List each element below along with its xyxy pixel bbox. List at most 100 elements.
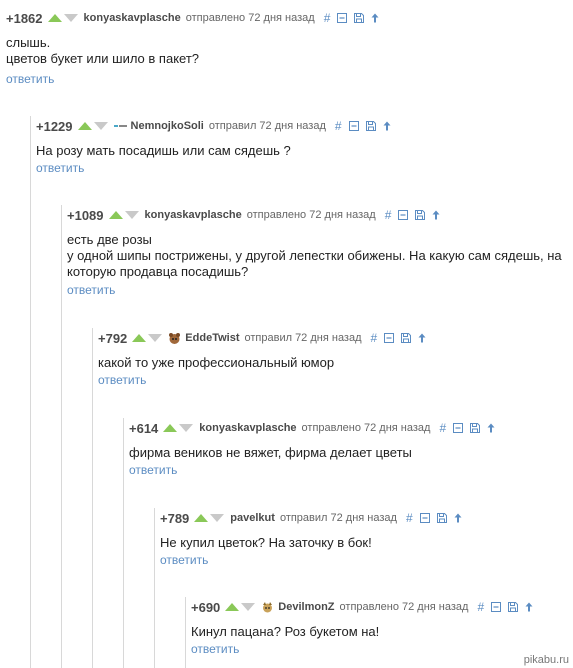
link-icon[interactable]: #	[439, 421, 446, 435]
reply-link[interactable]: ответить	[191, 642, 239, 656]
reply-link[interactable]: ответить	[129, 463, 177, 477]
timestamp: отправлено 72 дня назад	[339, 601, 469, 613]
upvote-icon[interactable]	[194, 514, 209, 522]
comment-text-line: Кинул пацана? Роз букетом на!	[191, 624, 380, 639]
username[interactable]: pavelkut	[230, 512, 275, 524]
comment-text-line: На розу мать посадишь или сам сядешь ?	[36, 143, 291, 158]
up-arrow-icon[interactable]	[371, 13, 379, 23]
up-arrow-icon[interactable]	[454, 513, 462, 523]
upvote-icon[interactable]	[132, 334, 147, 342]
reply-link[interactable]: ответить	[6, 72, 54, 86]
comment-header: +1089 konyaskavplasche отправлено 72 дня н…	[67, 205, 447, 225]
comment-header: +792 EddeTwist отправил 72 дня назад #	[98, 328, 433, 348]
downvote-icon[interactable]	[93, 122, 108, 130]
comment-text-line: фирма веников не вяжет, фирма делает цве…	[129, 445, 412, 460]
downvote-icon[interactable]	[241, 603, 256, 611]
thread-line[interactable]	[30, 116, 31, 668]
watermark: pikabu.ru	[523, 654, 569, 666]
comment-text-line: какой то уже профессиональный юмор	[98, 355, 335, 370]
comment-text-line: которую продавца посадишь?	[67, 264, 249, 279]
collapse-icon[interactable]	[337, 13, 348, 23]
up-arrow-icon[interactable]	[432, 210, 440, 220]
comment-body: какой то уже профессиональный юмор	[98, 355, 334, 371]
link-icon[interactable]: #	[371, 331, 378, 345]
thread-line[interactable]	[92, 328, 93, 668]
link-icon[interactable]: #	[324, 11, 331, 25]
rating-value: +614	[129, 420, 159, 436]
upvote-icon[interactable]	[108, 211, 123, 219]
comment-body: На розу мать посадишь или сам сядешь ?	[36, 143, 291, 159]
timestamp: отправил 72 дня назад	[208, 120, 326, 132]
save-icon[interactable]	[470, 423, 481, 433]
username[interactable]: konyaskavplasche	[84, 12, 181, 24]
collapse-icon[interactable]	[398, 210, 409, 220]
animal-avatar-icon	[168, 332, 181, 345]
rating-value: +789	[160, 510, 190, 526]
username[interactable]: konyaskavplasche	[145, 209, 242, 221]
thread-line[interactable]	[61, 205, 62, 668]
save-icon[interactable]	[354, 13, 365, 23]
username[interactable]: DevilmonZ	[278, 601, 334, 613]
timestamp: отправлено 72 дня назад	[185, 12, 315, 24]
link-icon[interactable]: #	[477, 600, 484, 614]
reply-link[interactable]: ответить	[36, 161, 84, 175]
creature-avatar-icon	[261, 601, 274, 614]
up-arrow-icon[interactable]	[525, 602, 533, 612]
collapse-icon[interactable]	[419, 513, 430, 523]
save-icon[interactable]	[415, 210, 426, 220]
comment-body: фирма веников не вяжет, фирма делает цве…	[129, 445, 412, 461]
dash-avatar-icon	[113, 120, 127, 133]
comment-text-line: цветов букет или шило в пакет?	[6, 51, 200, 66]
save-icon[interactable]	[436, 513, 447, 523]
up-arrow-icon[interactable]	[418, 333, 426, 343]
thread-line[interactable]	[123, 418, 124, 668]
rating-value: +792	[98, 330, 128, 346]
comment-body: Кинул пацана? Роз букетом на!	[191, 624, 379, 640]
thread-line[interactable]	[185, 597, 186, 668]
downvote-icon[interactable]	[179, 424, 194, 432]
comment-body: Не купил цветок? На заточку в бок!	[160, 535, 372, 551]
username[interactable]: NemnojkoSoli	[131, 120, 204, 132]
collapse-icon[interactable]	[491, 602, 502, 612]
timestamp: отправил 72 дня назад	[244, 332, 362, 344]
save-icon[interactable]	[508, 602, 519, 612]
comment-header: +1229 NemnojkoSoli отправил 72 дня назад #	[36, 116, 398, 136]
username[interactable]: konyaskavplasche	[199, 422, 296, 434]
upvote-icon[interactable]	[77, 122, 92, 130]
timestamp: отправлено 72 дня назад	[301, 422, 431, 434]
up-arrow-icon[interactable]	[383, 121, 391, 131]
up-arrow-icon[interactable]	[487, 423, 495, 433]
collapse-icon[interactable]	[348, 121, 359, 131]
comment-header: +614 konyaskavplasche отправлено 72 дня на…	[129, 418, 502, 438]
link-icon[interactable]: #	[335, 119, 342, 133]
collapse-icon[interactable]	[384, 333, 395, 343]
upvote-icon[interactable]	[163, 424, 178, 432]
downvote-icon[interactable]	[124, 211, 139, 219]
link-icon[interactable]: #	[385, 208, 392, 222]
reply-link[interactable]: ответить	[67, 283, 115, 297]
comment-header: +1862 konyaskavplasche отправлено 72 дня н…	[6, 8, 386, 28]
save-icon[interactable]	[401, 333, 412, 343]
link-icon[interactable]: #	[406, 511, 413, 525]
reply-link[interactable]: ответить	[98, 373, 146, 387]
comment-header: +789 pavelkut отправил 72 дня назад #	[160, 508, 469, 528]
comment-header: +690 DevilmonZ отправлено 72 дня назад #	[191, 597, 540, 617]
rating-value: +1089	[67, 207, 104, 223]
reply-link[interactable]: ответить	[160, 553, 208, 567]
timestamp: отправил 72 дня назад	[279, 512, 397, 524]
comment: +690 DevilmonZ отправлено 72 дня назад # Кин…	[185, 597, 573, 668]
save-icon[interactable]	[365, 121, 376, 131]
downvote-icon[interactable]	[210, 514, 225, 522]
thread-line[interactable]	[154, 508, 155, 668]
timestamp: отправлено 72 дня назад	[246, 209, 376, 221]
comment-body: есть две розы у одной шипы пострижены, у …	[67, 232, 562, 280]
username[interactable]: EddeTwist	[185, 332, 239, 344]
rating-value: +1862	[6, 10, 43, 26]
upvote-icon[interactable]	[47, 14, 62, 22]
collapse-icon[interactable]	[453, 423, 464, 433]
upvote-icon[interactable]	[225, 603, 240, 611]
comment-text-line: Не купил цветок? На заточку в бок!	[160, 535, 372, 550]
comment-text-line: у одной шипы пострижены, у другой лепест…	[67, 248, 562, 263]
downvote-icon[interactable]	[148, 334, 163, 342]
downvote-icon[interactable]	[63, 14, 78, 22]
